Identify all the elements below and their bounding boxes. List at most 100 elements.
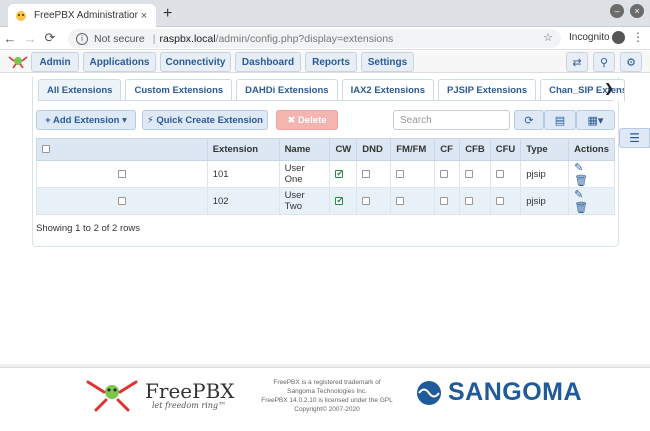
nav-dashboard[interactable]: Dashboard <box>235 52 301 72</box>
nav-connectivity[interactable]: Connectivity <box>160 52 231 72</box>
freepbx-logo-icon[interactable] <box>7 54 29 70</box>
fmfm-checkbox[interactable] <box>396 169 405 178</box>
cell-cw: ✔ <box>329 187 358 215</box>
freepbx-frog-logo-icon <box>86 380 138 412</box>
cell-cfu <box>489 187 522 215</box>
minimize-icon[interactable]: – <box>610 4 624 18</box>
freepbx-favicon-icon <box>16 10 26 21</box>
url-host: raspbx.local <box>159 32 216 45</box>
legal-line: FreePBX 14.0.2.10 is licensed under the … <box>261 397 393 404</box>
cf-checkbox[interactable] <box>440 169 449 178</box>
cell-actions: ✎ 🗑 <box>568 160 615 188</box>
cell-name: User Two <box>278 187 331 215</box>
edit-icon[interactable]: ✎ <box>574 162 583 174</box>
cw-checkbox[interactable]: ✔ <box>335 169 344 178</box>
url-field[interactable]: i Not secure | raspbx.local /admin/confi… <box>68 29 561 48</box>
cfu-checkbox[interactable] <box>495 196 504 205</box>
add-extension-button[interactable]: + Add Extension ▾ <box>36 110 136 130</box>
select-all-header[interactable] <box>36 138 208 161</box>
row-select-cell[interactable] <box>36 160 208 188</box>
url-path: /admin/config.php?display=extensions <box>215 32 394 45</box>
tab-custom-extensions[interactable]: Custom Extensions <box>125 79 233 101</box>
cfb-checkbox[interactable] <box>465 169 474 178</box>
sangoma-logo: SANGOMA <box>416 378 582 407</box>
nav-reports[interactable]: Reports <box>305 52 357 72</box>
legal-text: FreePBX is a registered trademark of San… <box>258 378 396 414</box>
back-button[interactable]: ← <box>0 31 20 46</box>
tab-close-icon[interactable]: × <box>138 10 150 22</box>
tab-dahdi-extensions[interactable]: DAHDi Extensions <box>236 79 338 101</box>
extensions-table: Extension Name CW DND FM/FM CF CFB CFU T… <box>36 138 615 215</box>
toggle-view-icon[interactable]: ▤ <box>544 110 576 130</box>
cw-checkbox[interactable]: ✔ <box>335 196 344 205</box>
cfb-checkbox[interactable] <box>465 196 474 205</box>
header-extension[interactable]: Extension <box>206 138 280 161</box>
cell-cf <box>434 187 461 215</box>
cell-dnd <box>356 160 392 188</box>
legal-line: Sangoma Technologies Inc. <box>287 388 367 395</box>
reload-button[interactable]: ⟳ <box>40 30 60 46</box>
address-bar: ← → ⟳ i Not secure | raspbx.local /admin… <box>0 27 650 50</box>
columns-menu-icon[interactable]: ▦▾ <box>576 110 615 130</box>
quick-create-extension-button[interactable]: ⚡ Quick Create Extension <box>142 110 268 130</box>
fmfm-checkbox[interactable] <box>396 196 405 205</box>
header-type[interactable]: Type <box>520 138 570 161</box>
cell-cf <box>434 160 461 188</box>
close-window-icon[interactable]: × <box>630 4 644 18</box>
info-icon[interactable]: i <box>76 32 88 45</box>
bookmark-star-icon[interactable]: ☆ <box>543 31 553 44</box>
header-dnd[interactable]: DND <box>356 138 392 161</box>
forward-button[interactable]: → <box>20 31 40 46</box>
cell-actions: ✎ 🗑 <box>568 187 615 215</box>
cell-fmfm <box>390 160 436 188</box>
tabs-scroll-right-icon[interactable]: ❯ <box>604 81 614 95</box>
row-checkbox[interactable] <box>117 169 126 178</box>
header-cf[interactable]: CF <box>434 138 461 161</box>
row-select-cell[interactable] <box>36 187 208 215</box>
nav-settings[interactable]: Settings <box>361 52 414 72</box>
cell-type: pjsip <box>520 160 570 188</box>
delete-button[interactable]: ✖ Delete <box>276 110 338 130</box>
tab-all-extensions[interactable]: All Extensions <box>38 79 122 101</box>
new-tab-button[interactable]: + <box>163 6 172 22</box>
gear-icon[interactable]: ⚙ <box>620 52 642 72</box>
cfu-checkbox[interactable] <box>495 169 504 178</box>
language-icon[interactable]: ⇄ <box>566 52 588 72</box>
header-name[interactable]: Name <box>278 138 331 161</box>
browser-tab[interactable]: FreePBX Administration × <box>8 4 156 27</box>
dnd-checkbox[interactable] <box>362 196 371 205</box>
search-icon[interactable]: ⚲ <box>593 52 615 72</box>
nav-admin[interactable]: Admin <box>31 52 79 72</box>
trash-icon[interactable]: 🗑 <box>574 202 588 214</box>
nav-applications[interactable]: Applications <box>83 52 156 72</box>
header-fmfm[interactable]: FM/FM <box>390 138 436 161</box>
refresh-icon[interactable]: ⟳ <box>514 110 544 130</box>
incognito-icon[interactable] <box>612 31 625 44</box>
edit-icon[interactable]: ✎ <box>574 189 583 201</box>
row-checkbox[interactable] <box>117 196 126 205</box>
tab-pjsip-extensions[interactable]: PJSIP Extensions <box>438 79 537 101</box>
tab-title: FreePBX Administration <box>34 10 138 21</box>
browser-menu-icon[interactable]: ⋮ <box>632 29 644 45</box>
trash-icon[interactable]: 🗑 <box>574 175 588 187</box>
cell-cfu <box>489 160 522 188</box>
side-list-icon[interactable]: ☰ <box>619 128 650 148</box>
window-controls: – × <box>610 4 644 18</box>
legal-line: Copyright© 2007-2020 <box>294 406 360 413</box>
header-cfb[interactable]: CFB <box>459 138 491 161</box>
url-separator: | <box>152 32 156 45</box>
tab-iax2-extensions[interactable]: IAX2 Extensions <box>341 79 435 101</box>
header-cfu[interactable]: CFU <box>489 138 522 161</box>
header-cw[interactable]: CW <box>329 138 358 161</box>
select-all-checkbox[interactable] <box>42 145 50 154</box>
not-secure-label: Not secure <box>94 32 145 45</box>
legal-line: FreePBX is a registered trademark of <box>273 379 381 386</box>
browser-tabstrip: FreePBX Administration × + – × <box>0 0 650 27</box>
cell-extension: 101 <box>206 160 280 188</box>
cell-cfb <box>459 187 491 215</box>
cf-checkbox[interactable] <box>440 196 449 205</box>
cell-cfb <box>459 160 491 188</box>
dnd-checkbox[interactable] <box>362 169 371 178</box>
table-row: 101 User One ✔ pjsip ✎ 🗑 <box>36 160 615 188</box>
search-input[interactable]: Search <box>393 110 510 130</box>
